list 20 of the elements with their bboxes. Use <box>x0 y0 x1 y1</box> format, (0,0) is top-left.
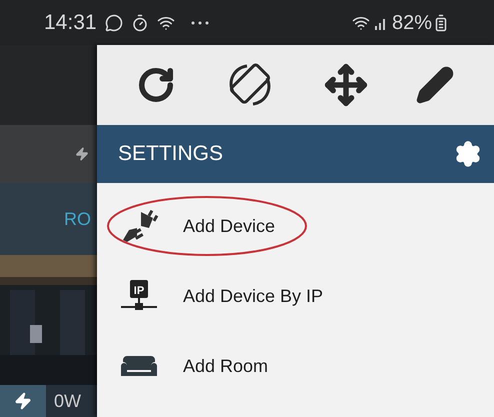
power-reading: 0W <box>54 390 81 412</box>
bolt-icon <box>14 392 32 410</box>
edit-icon[interactable] <box>416 66 454 104</box>
menu-item-label: Add Device By IP <box>183 284 324 308</box>
timer-icon <box>130 14 149 32</box>
move-icon[interactable] <box>324 63 368 107</box>
chat-icon <box>104 14 123 32</box>
bolt-icon <box>75 147 89 161</box>
menu-item-label: Add Room <box>183 354 268 378</box>
battery-percent: 82% <box>392 10 432 36</box>
menu-item[interactable]: Add Device <box>97 191 494 261</box>
refresh-icon[interactable] <box>136 66 175 104</box>
settings-icon[interactable] <box>454 140 482 168</box>
status-time: 14:31 <box>44 10 97 36</box>
menu-item-label: Add Device <box>183 214 276 238</box>
more-icon <box>190 20 209 24</box>
settings-title: SETTINGS <box>118 141 224 168</box>
menu-item[interactable]: IP Add Device By IP <box>97 261 494 331</box>
menu-item[interactable]: Add Room <box>97 331 494 401</box>
rooms-tab[interactable]: RO <box>64 206 91 232</box>
